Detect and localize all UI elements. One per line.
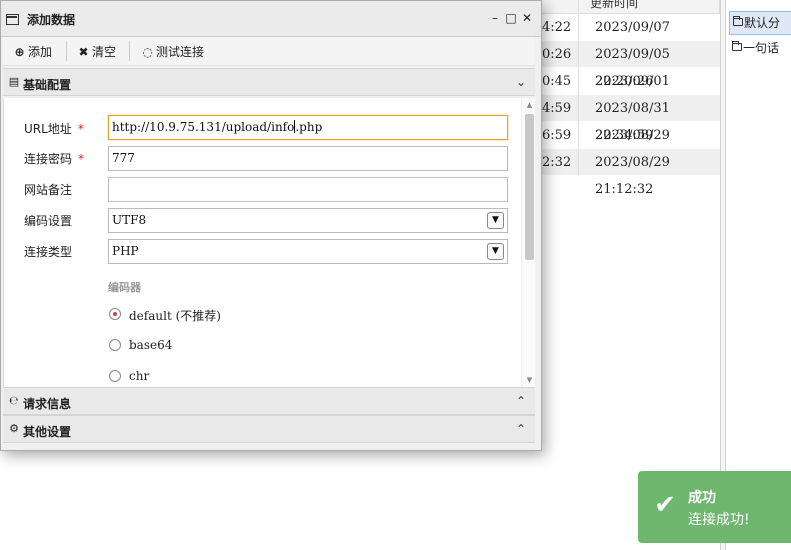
encoding-select[interactable]: UTF8 ▼ [108,208,508,233]
add-data-dialog: 添加数据 – □ ✕ ⊕ 添加 ✖ 清空 ◌ 测试连接 ▤ 基础配置 ⌄ URL地址 *… [0,0,542,451]
tree-item-default[interactable]: 默认分 [729,11,791,35]
dialog-titlebar[interactable]: 添加数据 – □ ✕ [1,1,541,37]
scroll-down-arrow[interactable]: ▼ [525,376,534,384]
spinner-icon: ◌ [142,45,153,59]
password-label: 连接密码 * [24,152,85,166]
encoder-default-label[interactable]: default (不推荐) [129,308,221,324]
form-scrollbar[interactable]: ▲ ▼ [521,98,535,387]
browser-icon: ℮ [9,394,19,407]
encoder-base64-label[interactable]: base64 [129,337,172,353]
chevron-down-icon[interactable]: ▼ [487,212,504,229]
chevron-up-icon[interactable]: ⌃ [515,394,527,408]
password-input[interactable]: 777 [108,146,508,171]
chevron-up-icon[interactable]: ⌃ [515,422,527,436]
section-basic-config[interactable]: ▤ 基础配置 ⌄ [3,68,535,96]
dialog-toolbar: ⊕ 添加 ✖ 清空 ◌ 测试连接 [3,37,535,66]
column-header-updated[interactable]: 更新时间 [580,0,720,14]
encoder-base64-radio[interactable] [109,339,121,351]
file-icon: ▤ [8,75,20,88]
section-title: 其他设置 [23,425,72,439]
maximize-button[interactable]: □ [505,12,517,24]
note-label: 网站备注 [24,183,73,197]
toast-title: 成功 [688,490,716,506]
close-button[interactable]: ✕ [521,12,533,24]
toast-message: 连接成功! [688,512,750,528]
encoding-label: 编码设置 [24,214,73,228]
scroll-up-arrow[interactable]: ▲ [525,101,534,109]
panel-splitter[interactable] [720,0,726,550]
minimize-button[interactable]: – [489,12,501,24]
encoder-chr-radio[interactable] [109,370,121,382]
section-other-settings[interactable]: ⚙ 其他设置 ⌃ [3,415,535,443]
gears-icon: ⚙ [9,422,19,435]
url-input[interactable]: http://10.9.75.131/upload/info.php [108,115,508,140]
toolbar-separator [66,41,67,61]
column-divider [578,0,579,176]
section-title: 请求信息 [23,397,72,411]
folder-icon [732,41,742,51]
connection-type-select[interactable]: PHP ▼ [108,239,508,264]
encoder-group-label: 编码器 [108,281,141,294]
tree-item-webshell[interactable]: 一句话 [729,37,791,61]
test-connection-button[interactable]: ◌ 测试连接 [142,43,204,61]
success-toast[interactable]: ✔ 成功 连接成功! [638,471,791,543]
url-label: URL地址 * [24,122,84,136]
tree-item-label: 一句话 [743,41,780,55]
clear-button[interactable]: ✖ 清空 [78,43,116,61]
encoder-default-radio[interactable] [109,308,121,320]
chevron-down-icon[interactable]: ⌄ [515,75,527,89]
folder-icon [733,16,743,26]
x-icon: ✖ [78,45,89,59]
window-icon [6,14,19,25]
add-button[interactable]: ⊕ 添加 [14,43,52,61]
section-request-info[interactable]: ℮ 请求信息 ⌃ [3,387,535,415]
checkmark-icon: ✔ [654,490,676,520]
chevron-down-icon[interactable]: ▼ [487,243,504,260]
tree-item-label: 默认分 [744,16,781,30]
section-title: 基础配置 [23,78,72,92]
plus-circle-icon: ⊕ [14,45,25,59]
scroll-thumb[interactable] [525,114,534,260]
dialog-title: 添加数据 [27,13,76,27]
basic-config-form: URL地址 * http://10.9.75.131/upload/info.ph… [3,98,535,387]
note-input[interactable] [108,177,508,202]
toolbar-separator [129,41,130,61]
category-tree: 默认分 一句话 [727,0,791,550]
encoder-chr-label[interactable]: chr [129,368,149,384]
type-label: 连接类型 [24,245,73,259]
